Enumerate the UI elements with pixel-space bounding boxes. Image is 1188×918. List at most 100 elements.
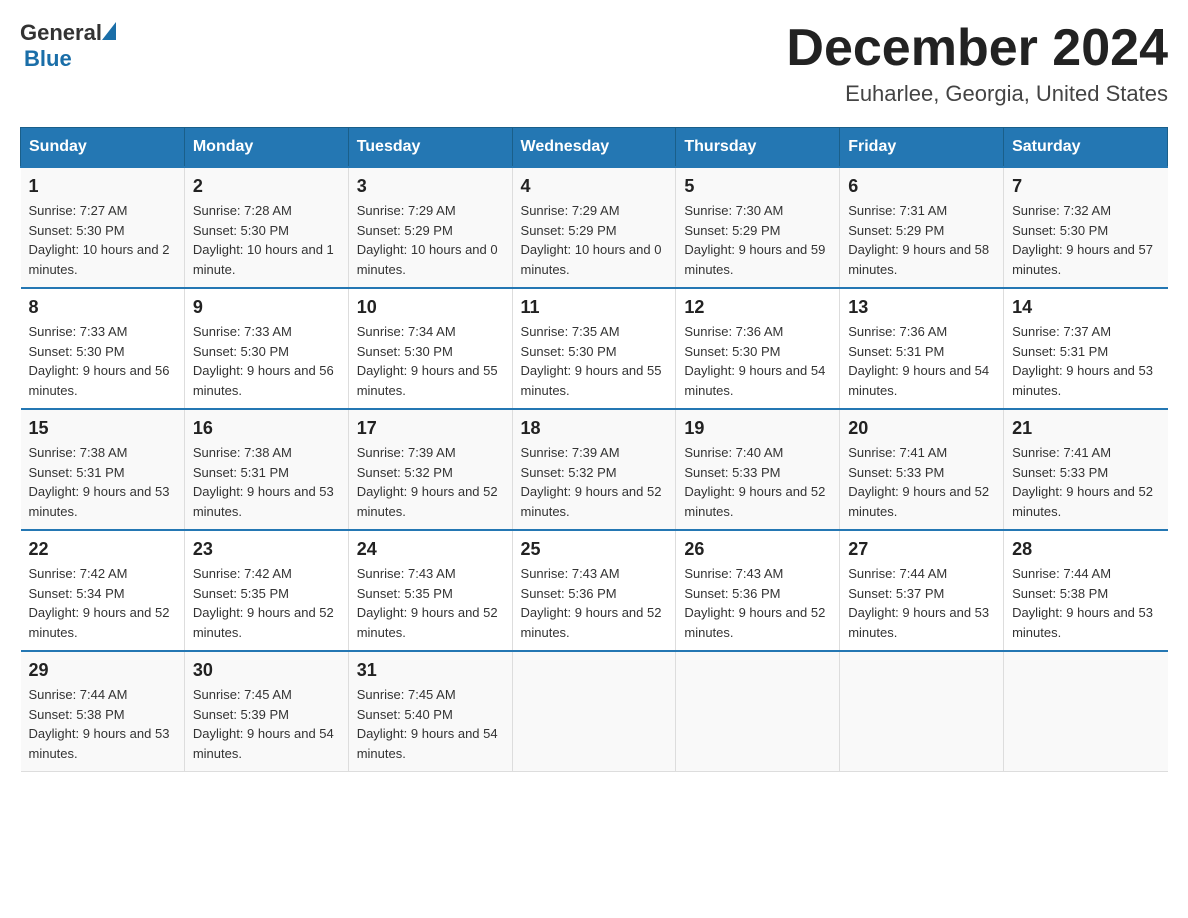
- weekday-header-tuesday: Tuesday: [348, 128, 512, 168]
- day-info: Sunrise: 7:45 AMSunset: 5:40 PMDaylight:…: [357, 685, 504, 763]
- day-number: 23: [193, 539, 340, 560]
- day-info: Sunrise: 7:44 AMSunset: 5:37 PMDaylight:…: [848, 564, 995, 642]
- day-number: 20: [848, 418, 995, 439]
- calendar-cell: 23 Sunrise: 7:42 AMSunset: 5:35 PMDaylig…: [184, 530, 348, 651]
- day-number: 13: [848, 297, 995, 318]
- calendar-cell: 14 Sunrise: 7:37 AMSunset: 5:31 PMDaylig…: [1004, 288, 1168, 409]
- calendar-cell: 6 Sunrise: 7:31 AMSunset: 5:29 PMDayligh…: [840, 167, 1004, 288]
- logo-general-text: General: [20, 20, 102, 46]
- title-area: December 2024 Euharlee, Georgia, United …: [786, 20, 1168, 107]
- weekday-header-wednesday: Wednesday: [512, 128, 676, 168]
- calendar-week-row: 1 Sunrise: 7:27 AMSunset: 5:30 PMDayligh…: [21, 167, 1168, 288]
- day-info: Sunrise: 7:42 AMSunset: 5:34 PMDaylight:…: [29, 564, 176, 642]
- calendar-cell: 31 Sunrise: 7:45 AMSunset: 5:40 PMDaylig…: [348, 651, 512, 772]
- day-number: 2: [193, 176, 340, 197]
- day-info: Sunrise: 7:37 AMSunset: 5:31 PMDaylight:…: [1012, 322, 1159, 400]
- day-info: Sunrise: 7:32 AMSunset: 5:30 PMDaylight:…: [1012, 201, 1159, 279]
- calendar-cell: 22 Sunrise: 7:42 AMSunset: 5:34 PMDaylig…: [21, 530, 185, 651]
- day-number: 8: [29, 297, 176, 318]
- day-number: 21: [1012, 418, 1159, 439]
- day-number: 7: [1012, 176, 1159, 197]
- day-number: 17: [357, 418, 504, 439]
- day-number: 15: [29, 418, 176, 439]
- day-number: 3: [357, 176, 504, 197]
- day-info: Sunrise: 7:31 AMSunset: 5:29 PMDaylight:…: [848, 201, 995, 279]
- calendar-cell: [840, 651, 1004, 772]
- day-number: 19: [684, 418, 831, 439]
- day-info: Sunrise: 7:33 AMSunset: 5:30 PMDaylight:…: [193, 322, 340, 400]
- day-number: 24: [357, 539, 504, 560]
- day-info: Sunrise: 7:29 AMSunset: 5:29 PMDaylight:…: [357, 201, 504, 279]
- day-info: Sunrise: 7:30 AMSunset: 5:29 PMDaylight:…: [684, 201, 831, 279]
- calendar-table: SundayMondayTuesdayWednesdayThursdayFrid…: [20, 127, 1168, 772]
- day-info: Sunrise: 7:38 AMSunset: 5:31 PMDaylight:…: [29, 443, 176, 521]
- calendar-cell: [512, 651, 676, 772]
- page-header: General Blue December 2024 Euharlee, Geo…: [20, 20, 1168, 107]
- calendar-cell: 5 Sunrise: 7:30 AMSunset: 5:29 PMDayligh…: [676, 167, 840, 288]
- calendar-cell: 19 Sunrise: 7:40 AMSunset: 5:33 PMDaylig…: [676, 409, 840, 530]
- calendar-cell: [676, 651, 840, 772]
- day-number: 29: [29, 660, 176, 681]
- logo: General Blue: [20, 20, 116, 72]
- day-number: 26: [684, 539, 831, 560]
- calendar-cell: 21 Sunrise: 7:41 AMSunset: 5:33 PMDaylig…: [1004, 409, 1168, 530]
- calendar-cell: 18 Sunrise: 7:39 AMSunset: 5:32 PMDaylig…: [512, 409, 676, 530]
- day-info: Sunrise: 7:39 AMSunset: 5:32 PMDaylight:…: [357, 443, 504, 521]
- weekday-header-monday: Monday: [184, 128, 348, 168]
- day-info: Sunrise: 7:43 AMSunset: 5:36 PMDaylight:…: [684, 564, 831, 642]
- day-info: Sunrise: 7:28 AMSunset: 5:30 PMDaylight:…: [193, 201, 340, 279]
- day-info: Sunrise: 7:45 AMSunset: 5:39 PMDaylight:…: [193, 685, 340, 763]
- day-number: 4: [521, 176, 668, 197]
- day-info: Sunrise: 7:44 AMSunset: 5:38 PMDaylight:…: [1012, 564, 1159, 642]
- day-info: Sunrise: 7:36 AMSunset: 5:31 PMDaylight:…: [848, 322, 995, 400]
- day-number: 6: [848, 176, 995, 197]
- calendar-cell: 11 Sunrise: 7:35 AMSunset: 5:30 PMDaylig…: [512, 288, 676, 409]
- weekday-header-sunday: Sunday: [21, 128, 185, 168]
- day-number: 22: [29, 539, 176, 560]
- day-number: 14: [1012, 297, 1159, 318]
- calendar-cell: 29 Sunrise: 7:44 AMSunset: 5:38 PMDaylig…: [21, 651, 185, 772]
- day-info: Sunrise: 7:29 AMSunset: 5:29 PMDaylight:…: [521, 201, 668, 279]
- calendar-cell: 30 Sunrise: 7:45 AMSunset: 5:39 PMDaylig…: [184, 651, 348, 772]
- day-info: Sunrise: 7:38 AMSunset: 5:31 PMDaylight:…: [193, 443, 340, 521]
- day-number: 11: [521, 297, 668, 318]
- calendar-cell: 27 Sunrise: 7:44 AMSunset: 5:37 PMDaylig…: [840, 530, 1004, 651]
- day-info: Sunrise: 7:36 AMSunset: 5:30 PMDaylight:…: [684, 322, 831, 400]
- day-info: Sunrise: 7:27 AMSunset: 5:30 PMDaylight:…: [29, 201, 176, 279]
- day-number: 28: [1012, 539, 1159, 560]
- location-title: Euharlee, Georgia, United States: [786, 81, 1168, 107]
- month-title: December 2024: [786, 20, 1168, 77]
- day-number: 30: [193, 660, 340, 681]
- day-number: 25: [521, 539, 668, 560]
- calendar-cell: 17 Sunrise: 7:39 AMSunset: 5:32 PMDaylig…: [348, 409, 512, 530]
- weekday-header-thursday: Thursday: [676, 128, 840, 168]
- day-number: 16: [193, 418, 340, 439]
- calendar-cell: 13 Sunrise: 7:36 AMSunset: 5:31 PMDaylig…: [840, 288, 1004, 409]
- calendar-cell: 1 Sunrise: 7:27 AMSunset: 5:30 PMDayligh…: [21, 167, 185, 288]
- calendar-cell: 4 Sunrise: 7:29 AMSunset: 5:29 PMDayligh…: [512, 167, 676, 288]
- day-info: Sunrise: 7:43 AMSunset: 5:35 PMDaylight:…: [357, 564, 504, 642]
- day-info: Sunrise: 7:41 AMSunset: 5:33 PMDaylight:…: [1012, 443, 1159, 521]
- day-info: Sunrise: 7:39 AMSunset: 5:32 PMDaylight:…: [521, 443, 668, 521]
- calendar-week-row: 8 Sunrise: 7:33 AMSunset: 5:30 PMDayligh…: [21, 288, 1168, 409]
- day-info: Sunrise: 7:44 AMSunset: 5:38 PMDaylight:…: [29, 685, 176, 763]
- day-info: Sunrise: 7:33 AMSunset: 5:30 PMDaylight:…: [29, 322, 176, 400]
- calendar-week-row: 15 Sunrise: 7:38 AMSunset: 5:31 PMDaylig…: [21, 409, 1168, 530]
- calendar-cell: 12 Sunrise: 7:36 AMSunset: 5:30 PMDaylig…: [676, 288, 840, 409]
- calendar-cell: 15 Sunrise: 7:38 AMSunset: 5:31 PMDaylig…: [21, 409, 185, 530]
- day-number: 10: [357, 297, 504, 318]
- logo-blue-text: Blue: [24, 46, 116, 72]
- calendar-week-row: 29 Sunrise: 7:44 AMSunset: 5:38 PMDaylig…: [21, 651, 1168, 772]
- day-number: 27: [848, 539, 995, 560]
- day-number: 1: [29, 176, 176, 197]
- day-number: 9: [193, 297, 340, 318]
- day-info: Sunrise: 7:34 AMSunset: 5:30 PMDaylight:…: [357, 322, 504, 400]
- day-number: 5: [684, 176, 831, 197]
- weekday-header-friday: Friday: [840, 128, 1004, 168]
- calendar-cell: 3 Sunrise: 7:29 AMSunset: 5:29 PMDayligh…: [348, 167, 512, 288]
- day-number: 31: [357, 660, 504, 681]
- calendar-cell: 8 Sunrise: 7:33 AMSunset: 5:30 PMDayligh…: [21, 288, 185, 409]
- calendar-cell: 7 Sunrise: 7:32 AMSunset: 5:30 PMDayligh…: [1004, 167, 1168, 288]
- calendar-cell: 24 Sunrise: 7:43 AMSunset: 5:35 PMDaylig…: [348, 530, 512, 651]
- calendar-cell: 20 Sunrise: 7:41 AMSunset: 5:33 PMDaylig…: [840, 409, 1004, 530]
